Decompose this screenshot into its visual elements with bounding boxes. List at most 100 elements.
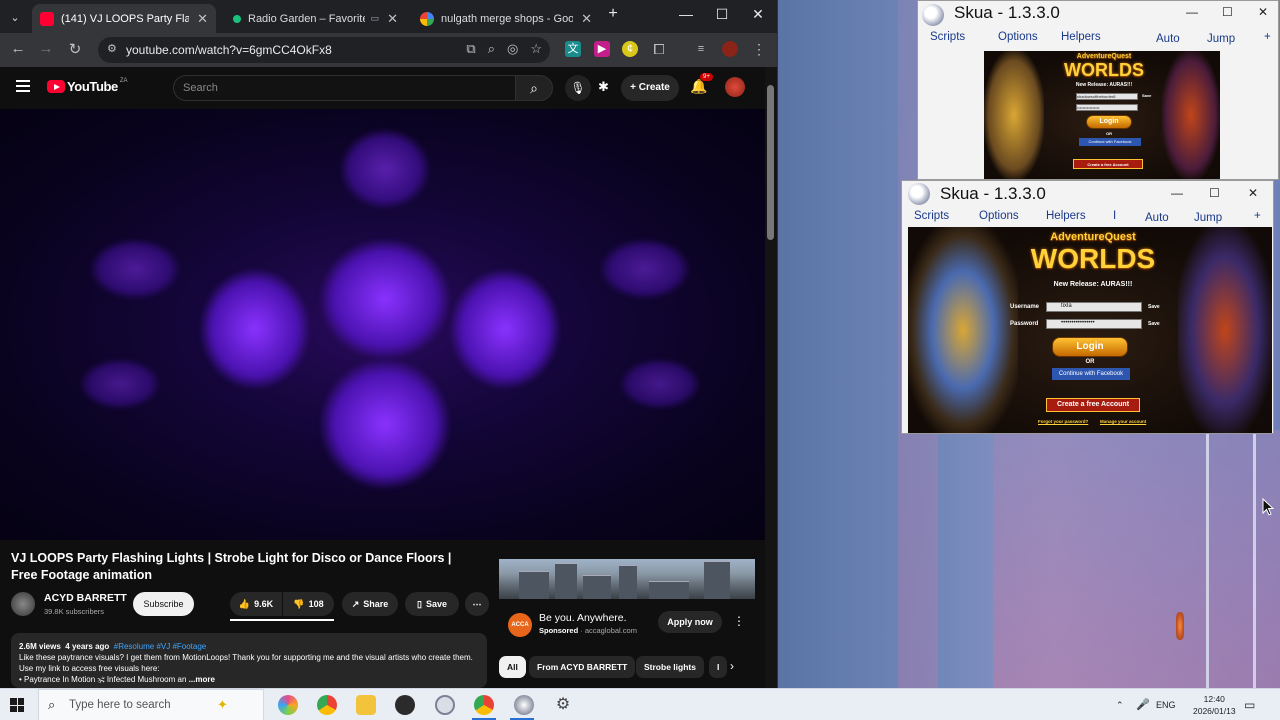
menu-auto[interactable]: Auto — [1156, 33, 1180, 45]
reload-button[interactable]: ↻ — [65, 40, 85, 58]
password-field[interactable]: •••••••••••••••• — [1046, 319, 1142, 329]
forgot-password-link[interactable]: Forgot your password? — [1038, 419, 1088, 424]
close-window-button[interactable]: ✕ — [746, 6, 770, 23]
site-info-icon[interactable]: ⚙ — [107, 42, 117, 55]
login-button[interactable]: Login — [1052, 337, 1128, 357]
chrome-taskbar-icon[interactable] — [317, 695, 337, 715]
search-input[interactable]: Search — [173, 75, 516, 101]
menu-jump[interactable]: Jump — [1207, 33, 1235, 45]
manage-account-link[interactable]: Manage your account — [1100, 419, 1146, 424]
description-box[interactable]: 2.6M views 4 years ago #Resolume #VJ #Fo… — [11, 633, 487, 688]
subscribe-button[interactable]: Subscribe — [133, 592, 194, 616]
maximize-button[interactable]: ☐ — [1209, 186, 1220, 200]
menu-jump[interactable]: Jump — [1194, 212, 1222, 224]
install-app-icon[interactable]: ⧉ — [466, 41, 475, 57]
like-button[interactable]: 👍 9.6K — [230, 592, 282, 616]
menu-add[interactable]: + — [1254, 210, 1261, 222]
menu-auto[interactable]: Auto — [1145, 212, 1169, 224]
game-viewport[interactable]: AdventureQuest WORLDS New Release: AURAS… — [908, 227, 1272, 433]
extensions-puzzle-icon[interactable]: ⧠ — [651, 41, 667, 57]
create-account-button[interactable]: Create a free Account — [1073, 159, 1143, 169]
password-field[interactable]: •••••••••••••••• — [1076, 104, 1138, 111]
eye-slash-icon[interactable]: ◎ — [507, 41, 518, 57]
settings-gear-icon[interactable]: ⚙ — [553, 695, 573, 715]
extension-translate-icon[interactable]: 文 — [565, 41, 581, 57]
search-button[interactable]: ⌕ — [515, 75, 553, 101]
username-field[interactable]: tixla — [1046, 302, 1142, 312]
back-button[interactable]: ← — [8, 40, 28, 57]
forward-button[interactable]: → — [36, 40, 56, 57]
bonus-icon[interactable]: ✱ — [598, 79, 609, 95]
more-actions-button[interactable]: ⋯ — [465, 592, 489, 616]
show-hidden-icons-chevron-icon[interactable]: ⌃ — [1116, 689, 1124, 720]
save-username-checkbox[interactable]: Save — [1142, 93, 1151, 98]
zoom-icon[interactable]: ⌕ — [488, 41, 495, 57]
system-clock[interactable]: 12:40 2026/01/13 — [1193, 693, 1236, 717]
tab-google-search[interactable]: nulgath merge shops - Google Search ✕ — [412, 4, 600, 33]
chip-all[interactable]: All — [499, 656, 526, 678]
video-player[interactable] — [0, 109, 765, 540]
close-window-button[interactable]: ✕ — [1248, 186, 1258, 200]
dislike-button[interactable]: 👎 108 — [283, 592, 334, 616]
menu-helpers[interactable]: Helpers — [1061, 31, 1101, 43]
ad-more-icon[interactable]: ⋮ — [733, 614, 745, 628]
create-account-button[interactable]: Create a free Account — [1046, 398, 1140, 412]
maximize-button[interactable]: ☐ — [1222, 5, 1233, 19]
account-avatar[interactable] — [725, 77, 745, 97]
language-indicator[interactable]: ENG — [1156, 689, 1176, 720]
app-globe-icon[interactable] — [435, 695, 455, 715]
close-icon[interactable]: ✕ — [197, 11, 208, 27]
close-window-button[interactable]: ✕ — [1258, 5, 1268, 19]
tab-search-button[interactable]: ⌄ — [4, 7, 26, 27]
create-button[interactable]: + Create — [621, 75, 679, 101]
menu-scripts[interactable]: Scripts — [914, 210, 949, 222]
login-button[interactable]: Login — [1086, 115, 1132, 129]
apply-now-button[interactable]: Apply now — [658, 611, 722, 633]
voice-search-button[interactable]: 🎙 — [565, 75, 591, 101]
save-password-checkbox[interactable]: Save — [1148, 321, 1160, 327]
facebook-login-button[interactable]: Continue with Facebook — [1079, 138, 1141, 146]
chip-more[interactable]: I — [709, 656, 728, 678]
channel-name[interactable]: ACYD BARRETT — [44, 592, 127, 604]
file-explorer-icon[interactable] — [356, 695, 376, 715]
menu-add[interactable]: + — [1264, 31, 1271, 43]
close-icon[interactable]: ✕ — [581, 11, 592, 27]
minimize-button[interactable]: — — [1186, 5, 1198, 19]
copilot-icon[interactable] — [278, 695, 298, 715]
channel-avatar[interactable] — [11, 592, 35, 616]
menu-extra[interactable]: I — [1113, 210, 1116, 222]
facebook-login-button[interactable]: Continue with Facebook — [1052, 368, 1130, 380]
taskbar-search[interactable]: ⌕ Type here to search ✦ — [38, 689, 264, 720]
skua-taskbar-icon[interactable] — [514, 695, 534, 715]
media-control-icon[interactable]: ≡ — [693, 41, 709, 57]
save-button[interactable]: ▯ Save — [405, 592, 459, 616]
chrome-menu-icon[interactable]: ⋮ — [751, 41, 767, 57]
maximize-button[interactable]: ☐ — [710, 6, 734, 23]
close-icon[interactable]: ✕ — [387, 11, 398, 27]
save-username-checkbox[interactable]: Save — [1148, 304, 1160, 310]
sponsored-ad[interactable]: ACCA Be you. Anywhere. Sponsored · accag… — [499, 559, 755, 643]
share-button[interactable]: ↗ Share — [342, 592, 398, 616]
minimize-button[interactable]: — — [674, 6, 698, 22]
steam-icon[interactable] — [395, 695, 415, 715]
tab-radio-garden[interactable]: Radio Garden – Favorites ▭ ✕ — [222, 4, 406, 33]
chrome-active-taskbar-icon[interactable] — [474, 695, 494, 715]
minimize-button[interactable]: — — [1171, 186, 1183, 200]
chip-strobe-lights[interactable]: Strobe lights — [636, 656, 704, 678]
menu-options[interactable]: Options — [979, 210, 1019, 222]
menu-helpers[interactable]: Helpers — [1046, 210, 1086, 222]
scrollbar-thumb[interactable] — [767, 85, 774, 240]
hashtags[interactable]: #Resolume #VJ #Footage — [114, 642, 207, 651]
new-tab-button[interactable]: + — [601, 5, 625, 23]
game-viewport[interactable]: AdventureQuest WORLDS New Release: AURAS… — [984, 51, 1220, 179]
username-field[interactable]: shadowsoftheborder8 — [1076, 93, 1138, 100]
youtube-logo[interactable]: YouTube ZA — [47, 78, 128, 94]
bookmark-star-icon[interactable]: ☆ — [530, 41, 542, 57]
menu-scripts[interactable]: Scripts — [930, 31, 965, 43]
profile-avatar-icon[interactable] — [722, 41, 738, 57]
address-bar[interactable]: ⚙ youtube.com/watch?v=6gmCC4OkFx8 ⧉ ⌕ ◎ … — [98, 37, 550, 63]
notification-center-icon[interactable]: ▭ — [1244, 689, 1255, 720]
chip-from-channel[interactable]: From ACYD BARRETT — [529, 656, 636, 678]
start-button[interactable] — [10, 698, 24, 712]
show-more-link[interactable]: ...more — [189, 675, 215, 684]
